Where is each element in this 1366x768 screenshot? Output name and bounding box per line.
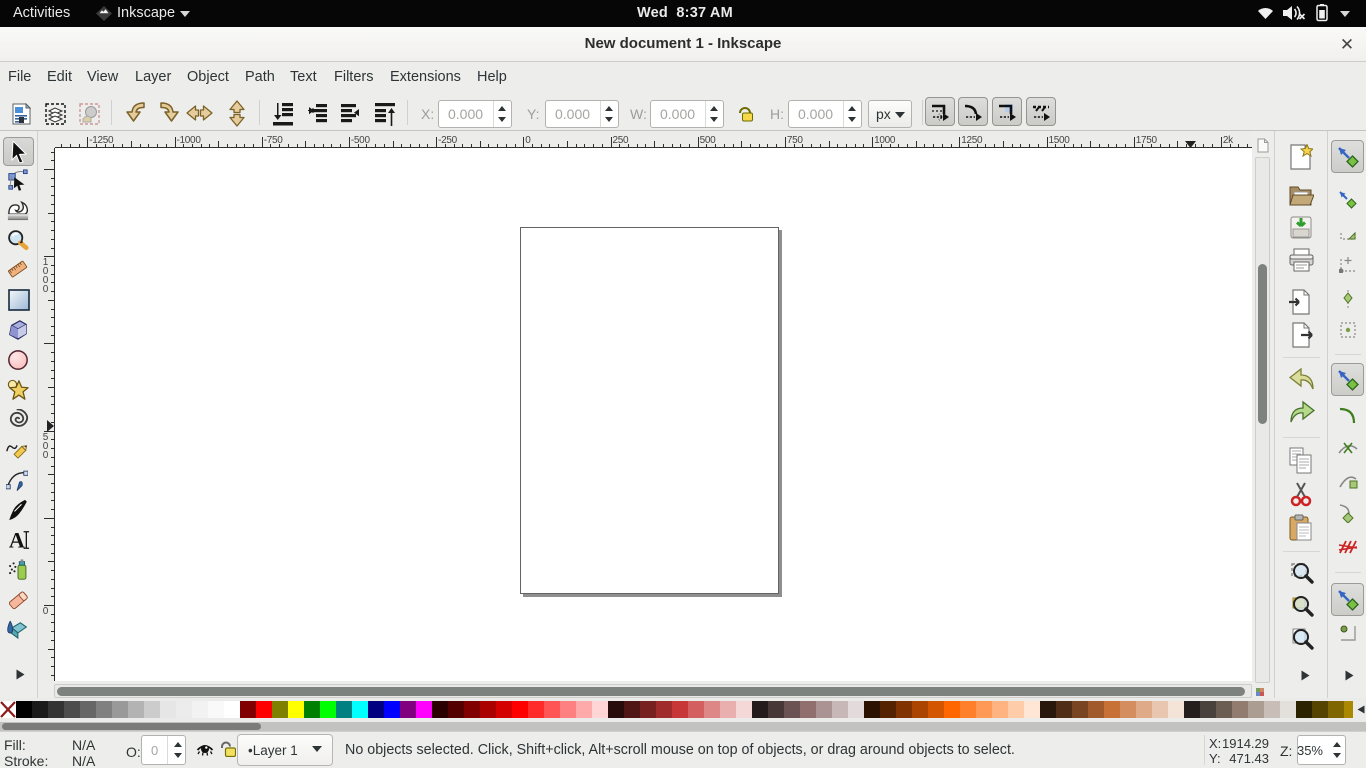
- svg-text:A: A: [9, 529, 25, 551]
